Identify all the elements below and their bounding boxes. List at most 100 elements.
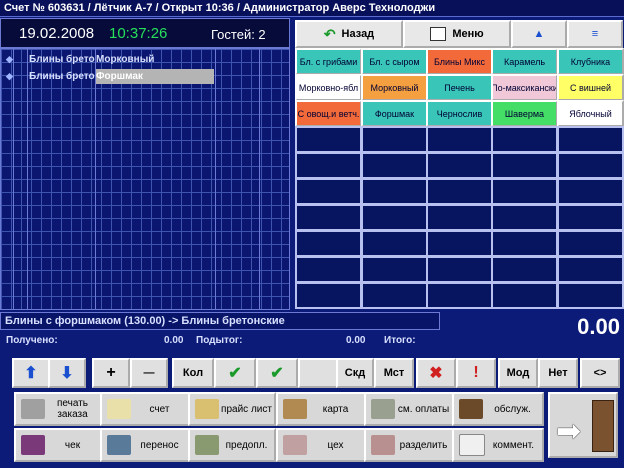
bill-button[interactable]: счет [100, 392, 190, 426]
menu-item-tile[interactable]: Клубника [557, 48, 624, 75]
down-arrow-icon: ⬇ [60, 365, 74, 382]
seat-button[interactable]: Мст [374, 358, 414, 388]
tables-transfer-icon [107, 435, 131, 455]
menu-item-tile[interactable]: Яблочный [557, 100, 624, 127]
prepay-button[interactable]: предопл. [188, 428, 276, 462]
empty-menu-tile[interactable] [426, 178, 493, 205]
empty-menu-tile[interactable] [557, 204, 624, 231]
empty-menu-tile[interactable] [557, 256, 624, 283]
empty-menu-tile[interactable] [426, 204, 493, 231]
empty-menu-tile[interactable] [426, 152, 493, 179]
row-up-button[interactable]: ⬆ [12, 358, 50, 388]
check-button[interactable]: чек [14, 428, 102, 462]
menu-item-tile[interactable]: Печень [426, 74, 493, 101]
delete-button[interactable]: ✖ [416, 358, 456, 388]
empty-menu-tile[interactable] [426, 256, 493, 283]
empty-menu-tile[interactable] [361, 204, 428, 231]
back-arrow-icon: ↶ [323, 25, 336, 42]
minus-button[interactable]: — [130, 358, 168, 388]
empty-menu-tile[interactable] [295, 204, 362, 231]
info-bar: 19.02.2008 10:37:26 Гостей: 2 [0, 18, 290, 48]
confirm-button[interactable]: ✔ [214, 358, 256, 388]
switch-button[interactable]: <> [580, 358, 620, 388]
empty-menu-tile[interactable] [491, 282, 558, 309]
dish-name: Блины брето [29, 71, 95, 82]
back-button[interactable]: ↶ Назад [295, 20, 403, 48]
empty-menu-tile[interactable] [557, 152, 624, 179]
empty-menu-tile[interactable] [426, 282, 493, 309]
plus-icon: + [106, 364, 116, 381]
print-order-button[interactable]: печать заказа [14, 392, 102, 426]
empty-menu-tile[interactable] [295, 126, 362, 153]
menu-item-tile[interactable]: Морковно-ябл [295, 74, 362, 101]
cash-register-icon [21, 435, 45, 455]
receipt-icon [107, 399, 131, 419]
confirm-all-button[interactable]: ✔ [256, 358, 298, 388]
empty-menu-tile[interactable] [491, 126, 558, 153]
menu-item-tile[interactable]: Карамель [491, 48, 558, 75]
empty-menu-tile[interactable] [426, 230, 493, 257]
clock-label: 10:37:26 [109, 25, 168, 42]
price-list-button[interactable]: прайс лист [188, 392, 276, 426]
modifier-button[interactable]: Мод [498, 358, 538, 388]
transfer-button[interactable]: перенос [100, 428, 190, 462]
discount-button[interactable]: Скд [336, 358, 374, 388]
menu-item-tile[interactable]: С вишней [557, 74, 624, 101]
menu-item-tile[interactable]: Форшмак [361, 100, 428, 127]
empty-menu-tile[interactable] [557, 282, 624, 309]
table-row[interactable]: ◆ Блины брето Морковный [1, 52, 289, 67]
menu-item-tile[interactable]: По-максикански [491, 74, 558, 101]
minus-icon: — [143, 367, 155, 379]
list-view-button[interactable]: ≡ [567, 20, 623, 48]
menu-item-tile[interactable]: Блины Микс [426, 48, 493, 75]
door-icon [592, 400, 614, 452]
row-down-button[interactable]: ⬇ [48, 358, 86, 388]
blank-button[interactable] [298, 358, 338, 388]
empty-menu-tile[interactable] [295, 256, 362, 283]
order-table[interactable]: ◆ Блины брето Морковный ◆ Блины брето Фо… [0, 48, 290, 310]
urgent-button[interactable]: ! [456, 358, 496, 388]
printer-icon [21, 399, 45, 419]
empty-menu-tile[interactable] [361, 126, 428, 153]
empty-menu-tile[interactable] [361, 230, 428, 257]
empty-menu-tile[interactable] [557, 178, 624, 205]
empty-menu-tile[interactable] [491, 230, 558, 257]
empty-menu-tile[interactable] [361, 282, 428, 309]
empty-menu-tile[interactable] [491, 178, 558, 205]
empty-menu-tile[interactable] [491, 152, 558, 179]
guests-label: Гостей: 2 [211, 27, 266, 42]
menu-item-tile[interactable]: Бл. с грибами [295, 48, 362, 75]
service-button[interactable]: обслуж. [452, 392, 544, 426]
menu-item-tile[interactable]: С овощ.и ветч. [295, 100, 362, 127]
shop-button[interactable]: цех [276, 428, 366, 462]
menu-icon [430, 27, 447, 41]
card-button[interactable]: карта [276, 392, 366, 426]
empty-menu-tile[interactable] [295, 152, 362, 179]
empty-menu-tile[interactable] [295, 282, 362, 309]
menu-item-tile[interactable]: Морковный [361, 74, 428, 101]
empty-menu-tile[interactable] [361, 178, 428, 205]
quantity-button[interactable]: Кол [172, 358, 214, 388]
change-payment-button[interactable]: см. оплаты [364, 392, 454, 426]
empty-menu-tile[interactable] [361, 152, 428, 179]
exit-button[interactable]: ➡ [548, 392, 618, 458]
empty-menu-tile[interactable] [491, 204, 558, 231]
table-row[interactable]: ◆ Блины брето Форшмак [1, 69, 289, 84]
no-button[interactable]: Нет [538, 358, 578, 388]
comment-button[interactable]: коммент. [452, 428, 544, 462]
plus-button[interactable]: + [92, 358, 130, 388]
empty-menu-tile[interactable] [361, 256, 428, 283]
empty-menu-tile[interactable] [491, 256, 558, 283]
menu-button[interactable]: Меню [403, 20, 511, 48]
cards-icon [283, 399, 307, 419]
empty-menu-tile[interactable] [295, 178, 362, 205]
empty-menu-tile[interactable] [295, 230, 362, 257]
menu-item-tile[interactable]: Шаверма [491, 100, 558, 127]
menu-item-tile[interactable]: Бл. с сыром [361, 48, 428, 75]
scroll-up-button[interactable]: ▲ [511, 20, 567, 48]
empty-menu-tile[interactable] [557, 126, 624, 153]
empty-menu-tile[interactable] [557, 230, 624, 257]
split-button[interactable]: разделить [364, 428, 454, 462]
menu-item-tile[interactable]: Чернослив [426, 100, 493, 127]
empty-menu-tile[interactable] [426, 126, 493, 153]
